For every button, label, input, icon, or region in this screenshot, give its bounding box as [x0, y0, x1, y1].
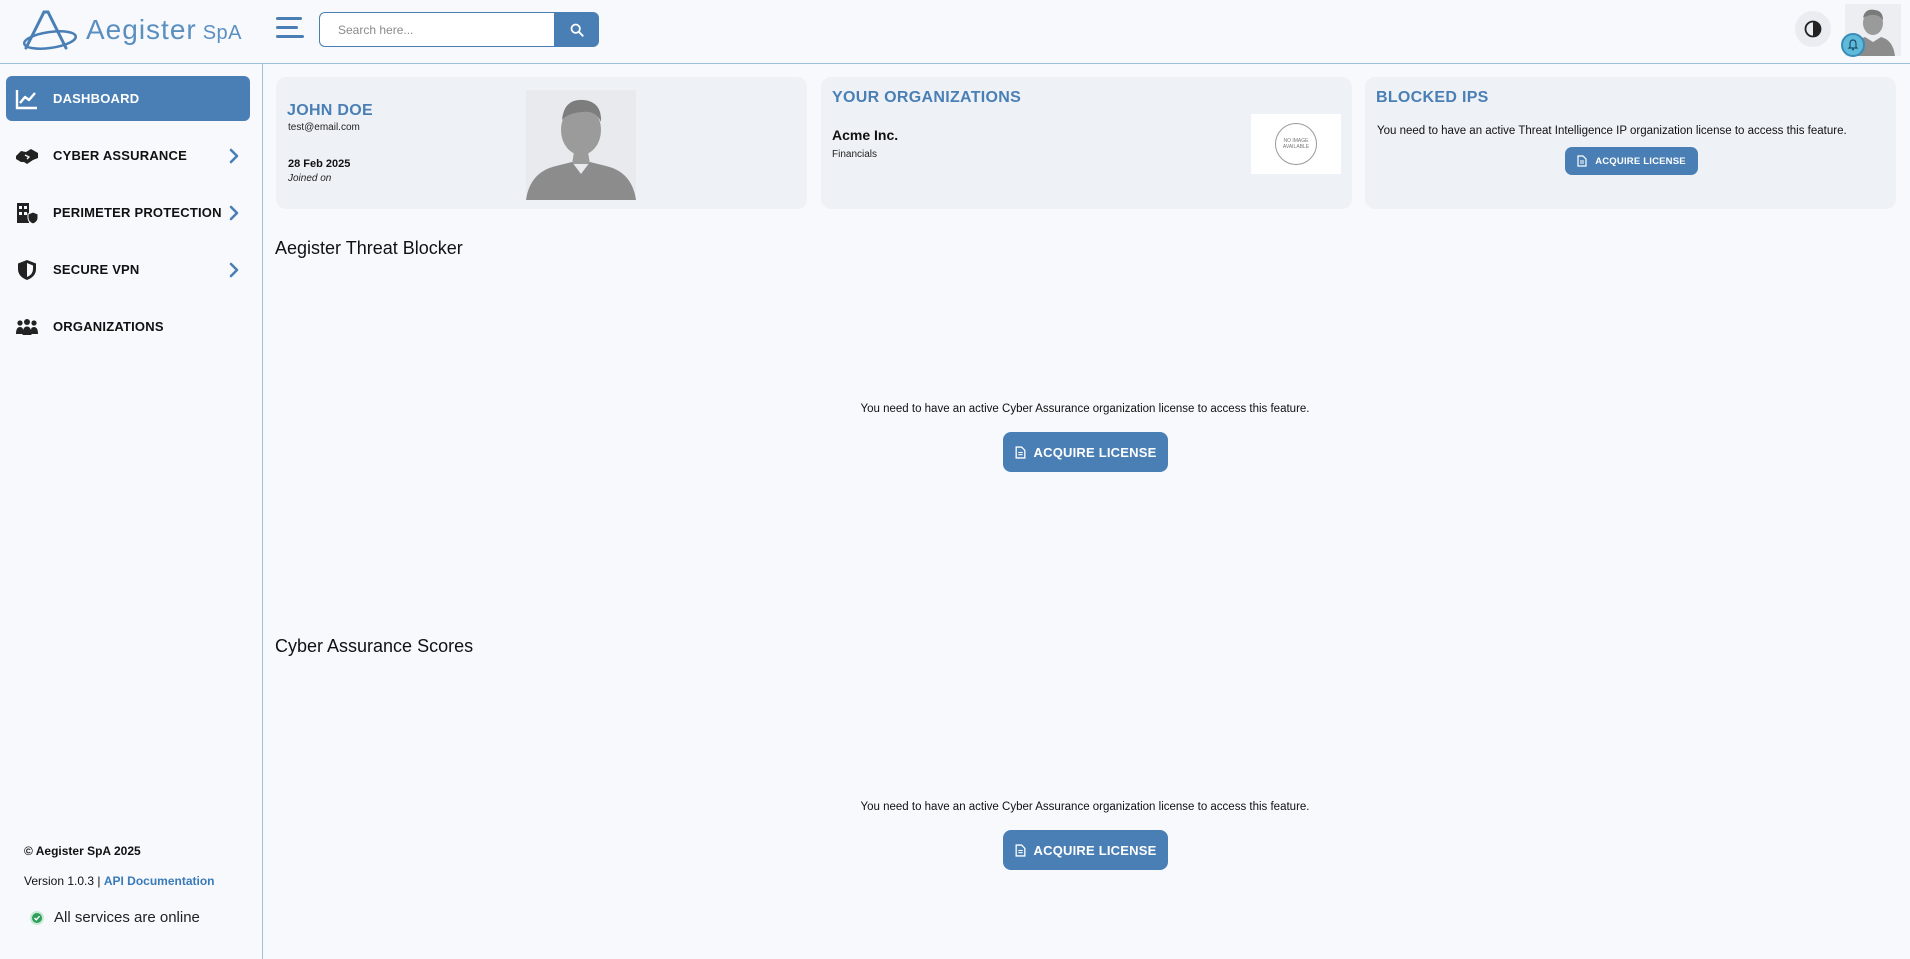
- theme-toggle-button[interactable]: [1795, 11, 1831, 47]
- api-documentation-link[interactable]: API Documentation: [104, 874, 215, 888]
- threat-blocker-message: You need to have an active Cyber Assuran…: [860, 403, 1310, 415]
- chevron-right-icon: [229, 205, 239, 221]
- blocked-ips-card: BLOCKED IPS You need to have an active T…: [1365, 77, 1896, 209]
- search-button[interactable]: [554, 12, 599, 47]
- organization-sector: Financials: [832, 149, 878, 160]
- sidebar-item-label: CYBER ASSURANCE: [53, 148, 187, 163]
- sidebar-item-organizations[interactable]: ORGANIZATIONS: [6, 304, 250, 349]
- sidebar-item-dashboard[interactable]: DASHBOARD: [6, 76, 250, 121]
- organization-name[interactable]: Acme Inc.: [832, 127, 898, 143]
- organizations-card: YOUR ORGANIZATIONS Acme Inc. Financials …: [821, 77, 1352, 209]
- bell-icon: [1847, 39, 1859, 51]
- version-text: Version 1.0.3 |: [24, 874, 101, 888]
- service-status: All services are online: [30, 909, 200, 926]
- no-image-placeholder: NO IMAGE AVAILABLE: [1275, 123, 1317, 165]
- threat-blocker-title: Aegister Threat Blocker: [275, 238, 463, 258]
- chevron-right-icon: [229, 148, 239, 164]
- shield-icon: [18, 260, 36, 280]
- status-online-icon: [30, 910, 44, 925]
- acquire-license-label: ACQUIRE LICENSE: [1033, 444, 1157, 460]
- document-icon: [1577, 155, 1587, 167]
- sidebar-item-cyber-assurance[interactable]: CYBER ASSURANCE: [6, 133, 250, 178]
- acquire-license-button[interactable]: ACQUIRE LICENSE: [1565, 147, 1698, 175]
- blocked-ips-message: You need to have an active Threat Intell…: [1377, 125, 1847, 137]
- check-icon: [34, 915, 41, 921]
- chevron-right-icon: [229, 262, 239, 278]
- organizations-title: YOUR ORGANIZATIONS: [832, 89, 1022, 106]
- profile-card: JOHN DOE test@email.com 28 Feb 2025 Join…: [276, 77, 807, 209]
- search-icon: [570, 23, 584, 37]
- menu-toggle-button[interactable]: [276, 14, 306, 42]
- document-icon: [1015, 843, 1026, 857]
- profile-join-date: 28 Feb 2025: [288, 158, 351, 170]
- acquire-license-label: ACQUIRE LICENSE: [1033, 842, 1157, 858]
- profile-photo: [526, 90, 636, 200]
- organization-logo: NO IMAGE AVAILABLE: [1251, 114, 1341, 174]
- hamburger-line: [276, 35, 304, 38]
- notifications-button[interactable]: [1841, 33, 1865, 57]
- sidebar-item-label: ORGANIZATIONS: [53, 319, 164, 334]
- acquire-license-button[interactable]: ACQUIRE LICENSE: [1003, 432, 1168, 472]
- no-image-text: AVAILABLE: [1282, 144, 1310, 150]
- profile-name: JOHN DOE: [287, 102, 373, 119]
- sidebar-item-perimeter-protection[interactable]: PERIMETER PROTECTION: [6, 190, 250, 235]
- sidebar-item-label: DASHBOARD: [53, 91, 140, 106]
- hamburger-line: [276, 17, 302, 20]
- version-info: Version 1.0.3 | API Documentation: [24, 874, 215, 888]
- sidebar-item-label: SECURE VPN: [53, 262, 140, 277]
- contrast-icon: [1804, 20, 1822, 38]
- document-icon: [1015, 445, 1026, 459]
- profile-email: test@email.com: [288, 122, 360, 133]
- sidebar-item-label: PERIMETER PROTECTION: [53, 205, 222, 220]
- search-bar: [319, 12, 599, 47]
- logo-name: Aegister: [86, 14, 197, 45]
- top-header: Aegister SpA: [0, 0, 1910, 64]
- aegister-logo[interactable]: Aegister SpA: [22, 8, 242, 52]
- people-group-icon: [16, 319, 38, 335]
- sidebar-item-secure-vpn[interactable]: SECURE VPN: [6, 247, 250, 292]
- blocked-ips-title: BLOCKED IPS: [1376, 89, 1489, 106]
- sidebar: DASHBOARD CYBER ASSURANCE PERIMETER PROT…: [0, 64, 263, 959]
- cyber-scores-message: You need to have an active Cyber Assuran…: [860, 801, 1310, 813]
- profile-joined-label: Joined on: [288, 173, 332, 184]
- chart-line-icon: [15, 90, 37, 110]
- aegister-logo-icon: [22, 10, 78, 50]
- status-text: All services are online: [54, 909, 200, 926]
- acquire-license-label: ACQUIRE LICENSE: [1595, 155, 1686, 167]
- logo-suffix: SpA: [202, 22, 243, 44]
- copyright-text: © Aegister SpA 2025: [24, 844, 141, 858]
- handshake-icon: [16, 149, 38, 164]
- acquire-license-button[interactable]: ACQUIRE LICENSE: [1003, 830, 1168, 870]
- cyber-scores-title: Cyber Assurance Scores: [275, 636, 474, 656]
- hamburger-line: [276, 26, 298, 29]
- search-input[interactable]: [319, 12, 555, 47]
- user-placeholder-icon: [526, 90, 636, 200]
- logo-text: Aegister SpA: [86, 14, 242, 46]
- building-shield-icon: [17, 203, 39, 225]
